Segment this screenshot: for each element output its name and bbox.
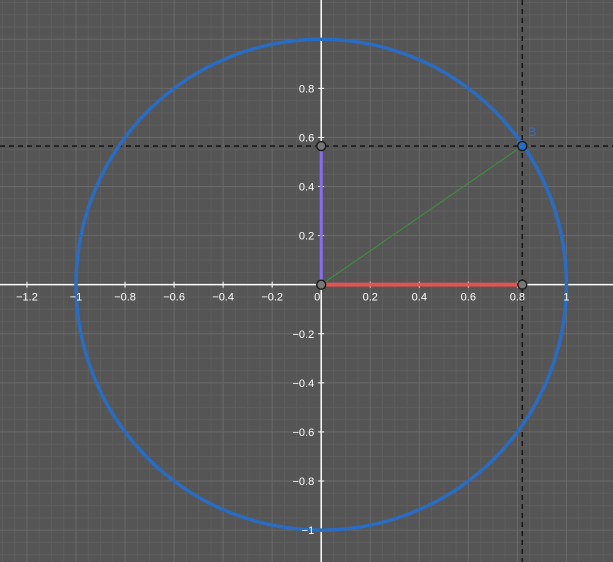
graph-canvas[interactable]: −1.2 −1 −0.8 −0.6 −0.4 −0.2 0 0.2 0.4 0.6 0.8 1 0.8 0… [0,0,613,562]
point-b-label: B [528,125,536,139]
cos-projection-point[interactable] [517,279,528,290]
x-tick-label: 0.6 [461,292,476,304]
radius-segment[interactable] [320,145,523,286]
x-tick-label: 0.4 [412,292,427,304]
x-tick-label: 0.8 [510,292,525,304]
y-tick-label: −0.4 [292,378,314,390]
origin-point[interactable] [316,279,327,290]
y-tick-label: 0.4 [299,182,314,194]
sin-projection-point[interactable] [316,140,327,152]
x-tick-label: 1 [563,292,569,304]
y-tick-label: −0.6 [292,427,314,439]
x-tick-label: −0.2 [261,292,283,304]
x-tick-label: 0.2 [363,292,378,304]
x-tick-label: −0.6 [163,292,185,304]
x-tick-label: −1 [70,292,83,304]
y-tick-label: 0.2 [299,231,314,243]
y-tick-label: −0.8 [292,476,314,488]
x-tick-label: −0.4 [212,292,234,304]
y-tick-label: −0.2 [292,329,314,341]
x-tick-label: −1.2 [16,292,38,304]
x-tick-label: 0 [314,292,320,304]
y-tick-label: 0.8 [299,83,314,95]
y-tick-label: −1 [302,525,315,537]
y-tick-label: 0.6 [299,132,314,144]
x-tick-label: −0.8 [114,292,136,304]
point-b[interactable] [517,140,528,152]
